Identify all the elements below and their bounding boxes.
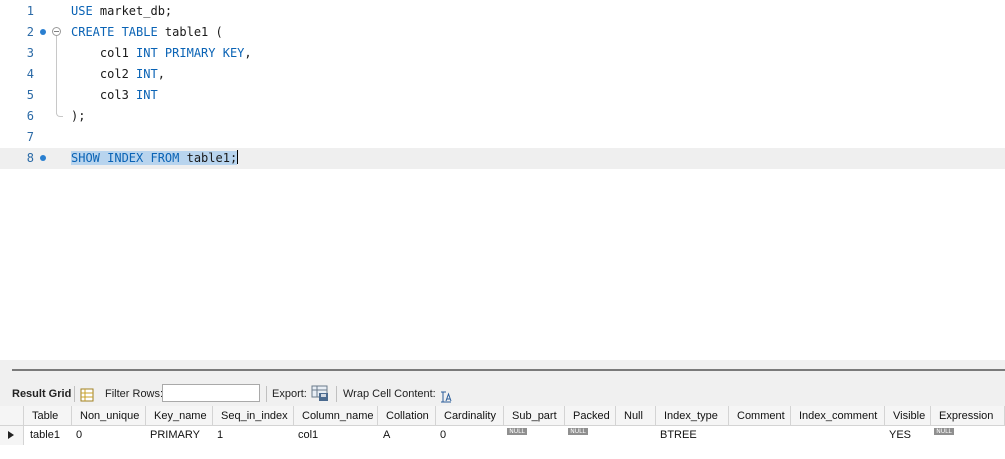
column-header[interactable]: Expression — [931, 406, 1005, 426]
line-number: 5 — [26, 88, 34, 102]
table-cell[interactable] — [791, 426, 799, 445]
null-badge[interactable]: NULL — [934, 428, 954, 435]
keyword: INT — [136, 67, 158, 81]
column-header[interactable]: Cardinality — [436, 406, 504, 426]
result-grid[interactable]: Table Non_unique Key_name Seq_in_index C… — [0, 406, 1005, 459]
table-cell[interactable]: YES — [881, 426, 911, 445]
result-toolbar: Result Grid Filter Rows: Export: Wrap Ce… — [0, 382, 1005, 406]
text-caret — [237, 150, 239, 164]
null-badge[interactable]: NULL — [507, 428, 527, 435]
column-header[interactable]: Packed — [565, 406, 616, 426]
keyword: USE — [71, 4, 93, 18]
table-cell[interactable]: 1 — [209, 426, 223, 445]
table-cell[interactable]: 0 — [68, 426, 82, 445]
table-cell[interactable]: table1 — [22, 426, 60, 445]
code-line[interactable]: 1 USE market_db; — [0, 1, 1005, 22]
fold-guide — [56, 36, 57, 114]
line-number: 1 — [26, 4, 34, 18]
line-number: 3 — [26, 46, 34, 60]
grid-corner — [0, 406, 24, 426]
line-number: 2 — [26, 25, 34, 39]
line-number: 4 — [26, 67, 34, 81]
splitter-grip — [12, 369, 1005, 371]
table-cell[interactable]: PRIMARY — [142, 426, 200, 445]
column-header[interactable]: Collation — [378, 406, 436, 426]
wrap-cell-label: Wrap Cell Content: — [343, 388, 436, 400]
code-line-current[interactable]: 8 SHOW INDEX FROM table1; — [0, 148, 1005, 169]
line-number: 7 — [26, 130, 34, 144]
toolbar-separator — [266, 386, 267, 402]
table-cell[interactable]: BTREE — [652, 426, 697, 445]
toolbar-separator — [336, 386, 337, 402]
null-badge[interactable]: NULL — [568, 428, 588, 435]
line-number: 8 — [26, 151, 34, 165]
code-line[interactable]: 2 CREATE TABLE table1 ( — [0, 22, 1005, 43]
selected-text: SHOW INDEX FROM table1; — [71, 151, 238, 165]
column-header[interactable]: Sub_part — [504, 406, 565, 426]
result-grid-tab[interactable]: Result Grid — [12, 382, 71, 406]
column-header[interactable]: Visible — [885, 406, 931, 426]
toolbar-separator — [74, 386, 75, 402]
column-header[interactable]: Comment — [729, 406, 791, 426]
table-cell[interactable]: A — [375, 426, 390, 445]
code-line[interactable]: 6 ); — [0, 106, 1005, 127]
column-header[interactable]: Null — [616, 406, 656, 426]
keyword: INT — [136, 88, 158, 102]
code-line[interactable]: 3 col1 INT PRIMARY KEY, — [0, 43, 1005, 64]
sql-editor[interactable]: 1 USE market_db; 2 CREATE TABLE table1 (… — [0, 0, 1005, 360]
table-cell[interactable] — [616, 426, 624, 445]
table-cell[interactable]: 0 — [432, 426, 446, 445]
keyword: INT PRIMARY KEY — [136, 46, 245, 60]
column-header[interactable]: Index_comment — [791, 406, 885, 426]
export-label: Export: — [272, 388, 307, 400]
table-cell[interactable] — [729, 426, 737, 445]
column-header[interactable]: Table — [24, 406, 72, 426]
filter-rows-input[interactable] — [162, 384, 260, 402]
pane-splitter[interactable] — [0, 360, 1005, 382]
column-header[interactable]: Column_name — [294, 406, 378, 426]
code-line[interactable]: 4 col2 INT, — [0, 64, 1005, 85]
column-header[interactable]: Seq_in_index — [213, 406, 294, 426]
keyword: SHOW INDEX FROM — [71, 151, 180, 165]
table-cell[interactable]: col1 — [290, 426, 318, 445]
fold-guide-end — [56, 112, 63, 117]
column-header[interactable]: Key_name — [146, 406, 213, 426]
fold-collapse-icon[interactable] — [52, 27, 61, 36]
statement-marker-icon — [40, 155, 46, 161]
line-number: 6 — [26, 109, 34, 123]
row-pointer-icon[interactable] — [0, 426, 24, 445]
column-header[interactable]: Index_type — [656, 406, 729, 426]
code-line[interactable]: 5 col3 INT — [0, 85, 1005, 106]
column-header[interactable]: Non_unique — [72, 406, 146, 426]
statement-marker-icon — [40, 29, 46, 35]
filter-rows-label: Filter Rows: — [105, 388, 164, 400]
code-line[interactable]: 7 — [0, 127, 1005, 148]
keyword: CREATE TABLE — [71, 25, 158, 39]
